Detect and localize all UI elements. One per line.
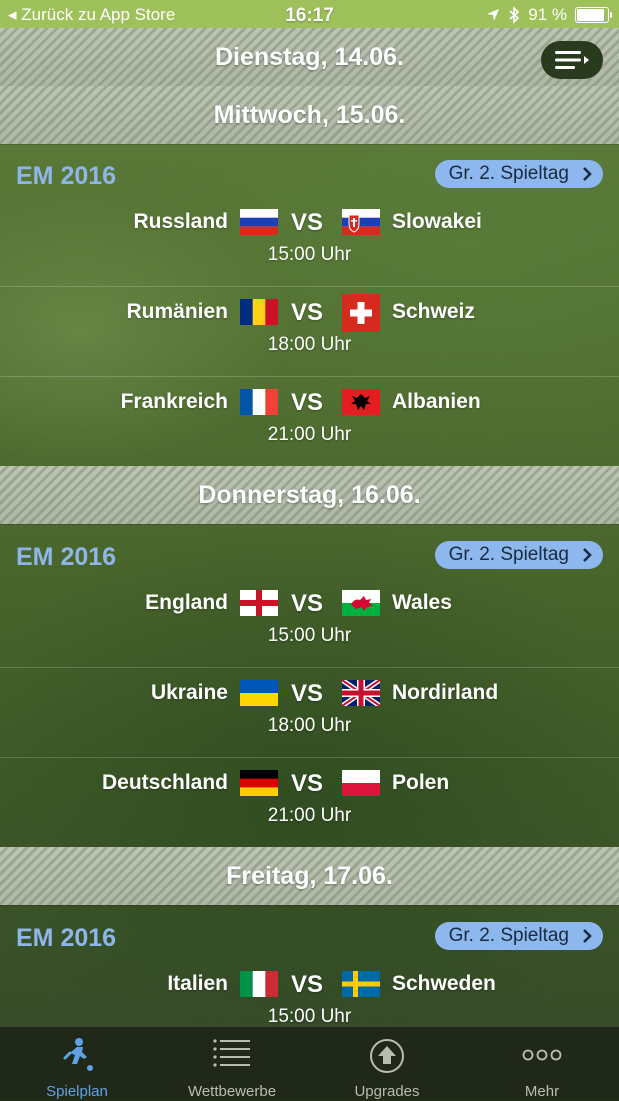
kickoff-time: 18:00 Uhr: [267, 334, 352, 355]
status-bar: ◂ Zurück zu App Store 16:17 91 %: [0, 0, 619, 30]
chevron-right-icon: [583, 548, 592, 562]
match-row[interactable]: Russland VS Slowakei 15:00 Uhr: [0, 196, 619, 287]
day-header[interactable]: Dienstag, 14.06.: [0, 28, 619, 86]
list-icon: [213, 1039, 250, 1067]
home-team: Ukraine: [150, 681, 228, 704]
match-row[interactable]: Deutschland VS Polen 21:00 Uhr: [0, 757, 619, 847]
menu-icon: [555, 51, 589, 69]
day-header[interactable]: Donnerstag, 16.06.: [0, 466, 619, 524]
status-right: 91 %: [486, 5, 612, 25]
home-team: Italien: [167, 972, 228, 995]
tab-mehr[interactable]: Mehr: [465, 1027, 619, 1101]
russia-flag: [240, 209, 278, 235]
competition-title: EM 2016: [16, 162, 117, 190]
kickoff-time: 18:00 Uhr: [267, 715, 352, 736]
kickoff-time: 21:00 Uhr: [267, 805, 352, 826]
poland-flag: [342, 770, 380, 796]
slovakia-flag: [342, 209, 380, 235]
battery-percent: 91 %: [528, 5, 567, 24]
albania-flag: [342, 389, 380, 415]
tab-wettbewerbe[interactable]: Wettbewerbe: [155, 1027, 309, 1101]
kickoff-time: 15:00 Uhr: [267, 244, 352, 265]
soccer-player-icon: [63, 1038, 93, 1071]
vs-label: VS: [291, 209, 324, 236]
chevron-right-icon: [583, 929, 592, 943]
competition-row: EM 2016 Gr. 2. Spieltag: [0, 537, 619, 577]
away-team: Schweden: [392, 972, 496, 995]
france-flag: [240, 389, 278, 415]
round-button[interactable]: Gr. 2. Spieltag: [434, 160, 603, 188]
tab-bar: Spielplan Wettbewerbe Upgrades Mehr: [0, 1026, 619, 1101]
match-row[interactable]: Rumänien VS Schweiz 18:00 Uhr: [0, 286, 619, 377]
kickoff-time: 15:00 Uhr: [267, 1006, 352, 1027]
romania-flag: [240, 299, 278, 325]
home-team: Deutschland: [101, 771, 228, 794]
round-button[interactable]: Gr. 2. Spieltag: [434, 541, 603, 569]
away-team: Polen: [392, 771, 450, 794]
kickoff-time: 21:00 Uhr: [267, 424, 352, 445]
away-team: Slowakei: [392, 210, 482, 233]
competition-title: EM 2016: [16, 543, 117, 571]
switzerland-flag: [342, 294, 380, 332]
away-team: Albanien: [392, 390, 481, 413]
chevron-right-icon: [583, 167, 592, 181]
match-row[interactable]: England VS Wales 15:00 Uhr: [0, 577, 619, 668]
competition-row: EM 2016 Gr. 2. Spieltag: [0, 918, 619, 958]
kickoff-time: 15:00 Uhr: [267, 625, 352, 646]
away-team: Wales: [392, 591, 452, 614]
vs-label: VS: [291, 389, 324, 416]
competition-row: EM 2016 Gr. 2. Spieltag: [0, 156, 619, 196]
home-team: England: [145, 591, 228, 614]
round-button[interactable]: Gr. 2. Spieltag: [434, 922, 603, 950]
away-team: Nordirland: [392, 681, 499, 704]
england-flag: [240, 590, 278, 616]
day-header[interactable]: Mittwoch, 15.06.: [0, 86, 619, 144]
wales-flag: [342, 590, 380, 616]
home-team: Russland: [133, 210, 228, 233]
ukraine-flag: [240, 680, 278, 706]
italy-flag: [240, 971, 278, 997]
menu-button[interactable]: [541, 41, 603, 79]
home-team: Rumänien: [126, 300, 228, 323]
competition-title: EM 2016: [16, 924, 117, 952]
battery-icon: [575, 7, 612, 23]
tab-spielplan[interactable]: Spielplan: [0, 1027, 154, 1101]
match-row[interactable]: Frankreich VS Albanien 21:00 Uhr: [0, 376, 619, 466]
vs-label: VS: [291, 299, 324, 326]
vs-label: VS: [291, 590, 324, 617]
germany-flag: [240, 770, 278, 796]
home-team: Frankreich: [120, 390, 228, 413]
vs-label: VS: [291, 770, 324, 797]
tab-upgrades[interactable]: Upgrades: [310, 1027, 464, 1101]
vs-label: VS: [291, 680, 324, 707]
match-row[interactable]: Ukraine VS Nordirland 18:00 Uhr: [0, 667, 619, 758]
more-dots-icon: [522, 1049, 562, 1061]
vs-label: VS: [291, 971, 324, 998]
location-arrow-icon: [487, 9, 500, 21]
sweden-flag: [342, 971, 380, 997]
upload-circle-icon: [370, 1039, 404, 1073]
day-header[interactable]: Freitag, 17.06.: [0, 847, 619, 905]
away-team: Schweiz: [392, 300, 475, 323]
bluetooth-icon: [509, 6, 520, 24]
uk-flag: [342, 680, 380, 706]
